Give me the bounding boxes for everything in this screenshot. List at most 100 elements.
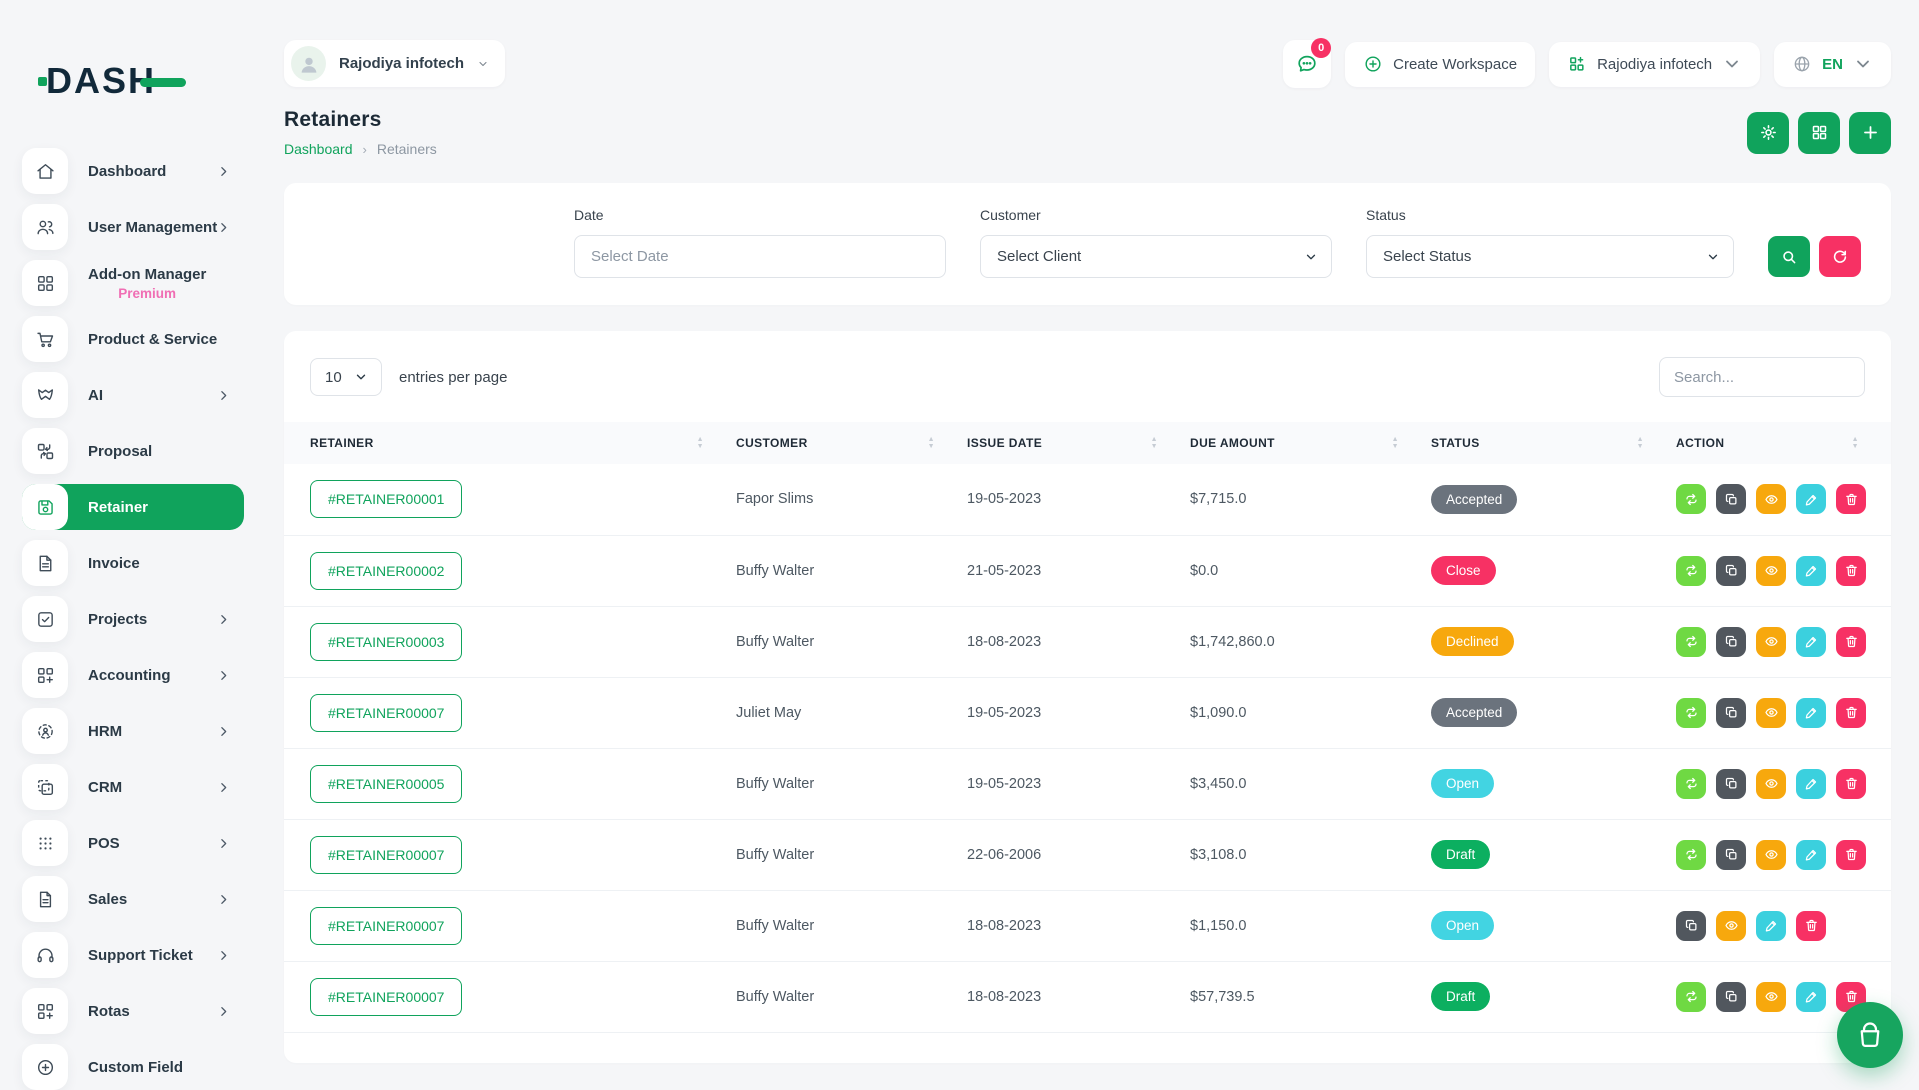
sidebar-item-sales[interactable]: Sales	[22, 876, 244, 922]
sidebar-item-support-ticket[interactable]: Support Ticket	[22, 932, 244, 978]
edit-button[interactable]	[1796, 627, 1826, 657]
sort-icon[interactable]: ▲▼	[1392, 437, 1399, 450]
edit-button[interactable]	[1796, 982, 1826, 1012]
status-filter-select[interactable]: Select Status	[1366, 235, 1734, 278]
view-button[interactable]	[1756, 698, 1786, 728]
settings-button[interactable]	[1747, 112, 1789, 154]
sidebar-item-projects[interactable]: Projects	[22, 596, 244, 642]
copy-button[interactable]	[1716, 982, 1746, 1012]
retainer-id-chip[interactable]: #RETAINER00007	[310, 978, 462, 1016]
sidebar-item-crm[interactable]: CRM	[22, 764, 244, 810]
sort-icon[interactable]: ▲▼	[1151, 437, 1158, 450]
due-amount-cell: $3,450.0	[1190, 748, 1431, 819]
sidebar-item-hrm[interactable]: HRM	[22, 708, 244, 754]
view-button[interactable]	[1756, 627, 1786, 657]
sidebar-item-invoice[interactable]: Invoice	[22, 540, 244, 586]
view-button[interactable]	[1756, 769, 1786, 799]
copy-button[interactable]	[1716, 840, 1746, 870]
delete-button[interactable]	[1836, 698, 1866, 728]
edit-button[interactable]	[1796, 484, 1826, 514]
edit-button[interactable]	[1796, 698, 1826, 728]
sidebar-item-product-service[interactable]: Product & Service	[22, 316, 244, 362]
copy-button[interactable]	[1676, 911, 1706, 941]
customer-filter-select[interactable]: Select Client	[980, 235, 1332, 278]
delete-button[interactable]	[1836, 627, 1866, 657]
delete-button[interactable]	[1836, 556, 1866, 586]
breadcrumb-dashboard-link[interactable]: Dashboard	[284, 141, 353, 157]
delete-button[interactable]	[1836, 769, 1866, 799]
sidebar-item-user-management[interactable]: User Management	[22, 204, 244, 250]
retainer-id-chip[interactable]: #RETAINER00007	[310, 836, 462, 874]
convert-button[interactable]	[1676, 769, 1706, 799]
edit-button[interactable]	[1796, 769, 1826, 799]
view-button[interactable]	[1756, 840, 1786, 870]
view-button[interactable]	[1756, 982, 1786, 1012]
copy-button[interactable]	[1716, 627, 1746, 657]
brand-logo[interactable]: DASH	[46, 60, 258, 102]
view-button[interactable]	[1756, 484, 1786, 514]
column-header-action[interactable]: ACTION▲▼	[1676, 422, 1891, 464]
convert-button[interactable]	[1676, 556, 1706, 586]
view-button[interactable]	[1756, 556, 1786, 586]
grid-view-button[interactable]	[1798, 112, 1840, 154]
sidebar-item-icon	[22, 764, 68, 810]
copy-button[interactable]	[1716, 698, 1746, 728]
edit-button[interactable]	[1796, 840, 1826, 870]
breadcrumb: Dashboard › Retainers	[284, 141, 437, 157]
copy-button[interactable]	[1716, 556, 1746, 586]
column-header-status[interactable]: STATUS▲▼	[1431, 422, 1676, 464]
messages-button[interactable]: 0	[1283, 40, 1331, 88]
sidebar-item-add-on-manager[interactable]: Add-on Manager Premium	[22, 260, 244, 306]
edit-button[interactable]	[1796, 556, 1826, 586]
sort-icon[interactable]: ▲▼	[928, 437, 935, 450]
column-header-issue-date[interactable]: ISSUE DATE▲▼	[967, 422, 1190, 464]
sidebar-item-rotas[interactable]: Rotas	[22, 988, 244, 1034]
sidebar-item-ai[interactable]: AI	[22, 372, 244, 418]
entries-per-page-select[interactable]: 10	[310, 358, 382, 396]
add-retainer-button[interactable]	[1849, 112, 1891, 154]
copy-button[interactable]	[1716, 769, 1746, 799]
create-workspace-button[interactable]: Create Workspace	[1345, 42, 1535, 87]
language-selector[interactable]: EN	[1774, 42, 1891, 87]
sidebar-item-retainer[interactable]: Retainer	[22, 484, 244, 530]
convert-button[interactable]	[1676, 840, 1706, 870]
retainer-id-chip[interactable]: #RETAINER00002	[310, 552, 462, 590]
delete-button[interactable]	[1836, 840, 1866, 870]
convert-button[interactable]	[1676, 484, 1706, 514]
copy-button[interactable]	[1716, 484, 1746, 514]
sidebar-item-custom-field[interactable]: Custom Field	[22, 1044, 244, 1090]
sidebar-item-proposal[interactable]: Proposal	[22, 428, 244, 474]
reset-filter-button[interactable]	[1819, 236, 1861, 277]
create-workspace-label: Create Workspace	[1393, 56, 1517, 73]
delete-button[interactable]	[1796, 911, 1826, 941]
convert-button[interactable]	[1676, 627, 1706, 657]
company-switcher-button[interactable]: Rajodiya infotech	[1549, 42, 1760, 87]
sidebar-item-pos[interactable]: POS	[22, 820, 244, 866]
apply-filter-button[interactable]	[1768, 236, 1810, 277]
sidebar-item-accounting[interactable]: Accounting	[22, 652, 244, 698]
column-header-retainer[interactable]: RETAINER▲▼	[284, 422, 736, 464]
convert-button[interactable]	[1676, 698, 1706, 728]
retainer-id-chip[interactable]: #RETAINER00005	[310, 765, 462, 803]
retainers-table-card: 10 entries per page RETAINER▲▼CUSTOMER▲▼…	[284, 331, 1891, 1063]
table-search-input[interactable]	[1659, 357, 1865, 397]
view-button[interactable]	[1716, 911, 1746, 941]
sort-icon[interactable]: ▲▼	[1852, 437, 1859, 450]
column-header-due-amount[interactable]: DUE AMOUNT▲▼	[1190, 422, 1431, 464]
delete-button[interactable]	[1836, 484, 1866, 514]
convert-button[interactable]	[1676, 982, 1706, 1012]
edit-button[interactable]	[1756, 911, 1786, 941]
retainer-id-chip[interactable]: #RETAINER00007	[310, 907, 462, 945]
sidebar-item-label: Retainer	[88, 499, 148, 516]
retainer-id-chip[interactable]: #RETAINER00001	[310, 480, 462, 518]
workspace-switcher[interactable]: Rajodiya infotech	[284, 40, 505, 87]
table-body: #RETAINER00001 Fapor Slims 19-05-2023 $7…	[284, 464, 1891, 1032]
retainer-id-chip[interactable]: #RETAINER00003	[310, 623, 462, 661]
column-header-customer[interactable]: CUSTOMER▲▼	[736, 422, 967, 464]
sort-icon[interactable]: ▲▼	[697, 437, 704, 450]
sidebar-item-dashboard[interactable]: Dashboard	[22, 148, 244, 194]
retainer-id-chip[interactable]: #RETAINER00007	[310, 694, 462, 732]
floating-store-button[interactable]	[1837, 1002, 1903, 1068]
date-filter-input[interactable]	[574, 235, 946, 278]
sort-icon[interactable]: ▲▼	[1637, 437, 1644, 450]
